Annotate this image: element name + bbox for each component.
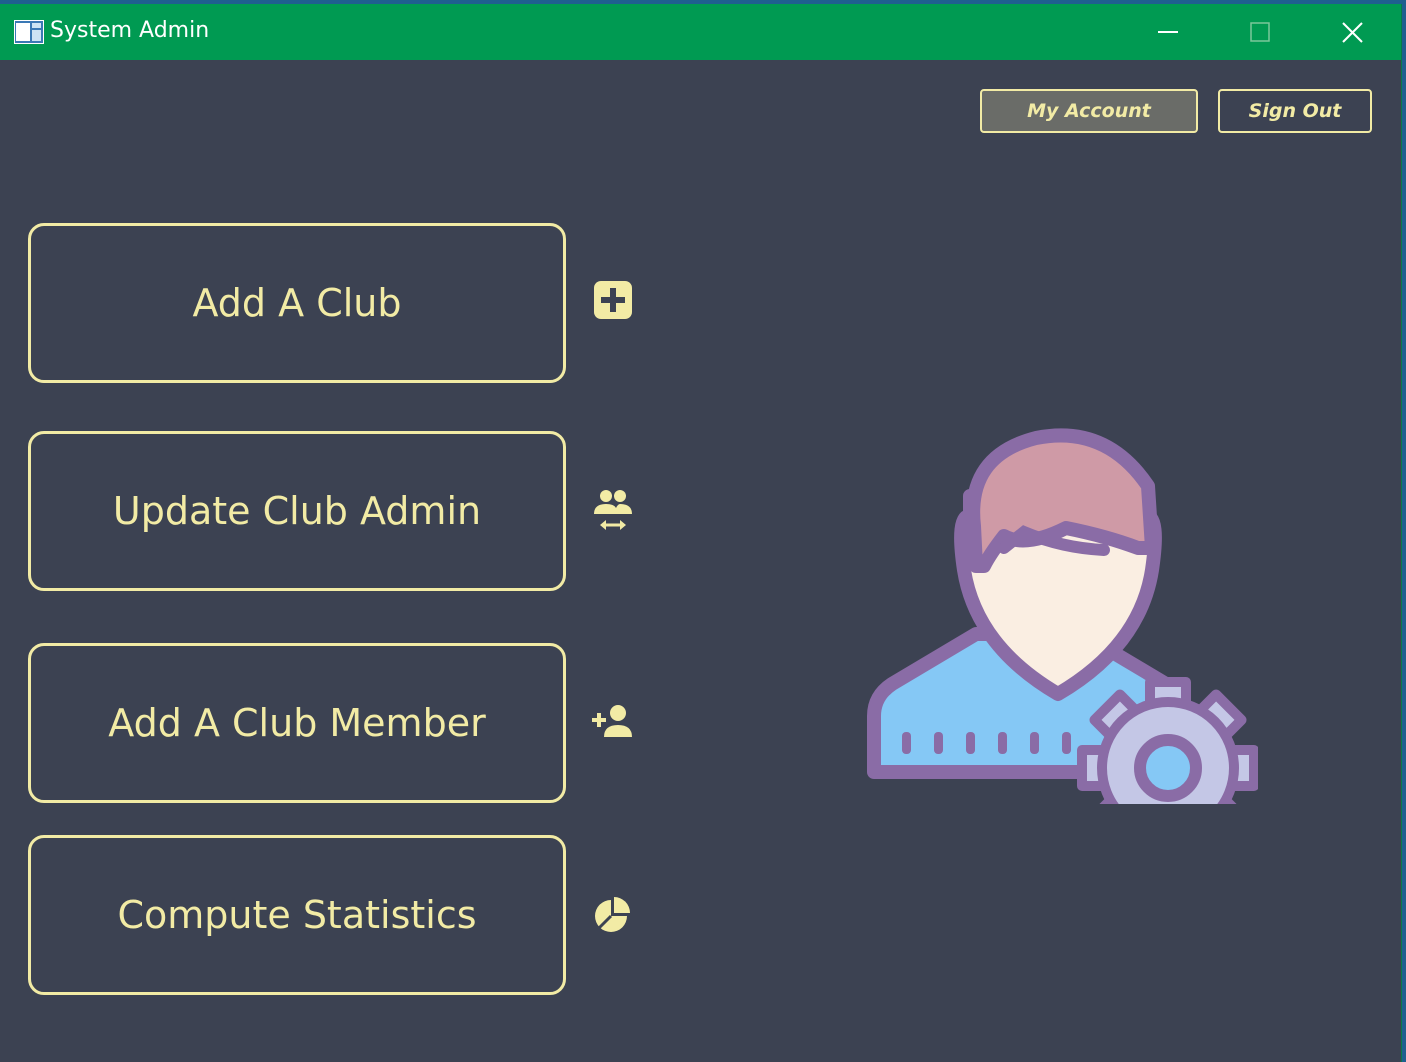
plus-square-icon bbox=[594, 281, 632, 319]
add-club-button[interactable]: Add A Club bbox=[28, 223, 566, 383]
close-button[interactable] bbox=[1306, 4, 1398, 60]
app-window-icon bbox=[14, 20, 44, 44]
maximize-icon bbox=[1250, 22, 1270, 42]
title-bar[interactable]: System Admin bbox=[0, 4, 1401, 60]
pie-chart-icon bbox=[595, 897, 630, 932]
minimize-icon bbox=[1158, 31, 1178, 33]
my-account-button[interactable]: My Account bbox=[980, 89, 1198, 133]
admin-user-settings-icon bbox=[867, 428, 1258, 804]
close-icon bbox=[1342, 22, 1363, 43]
minimize-button[interactable] bbox=[1122, 4, 1214, 60]
compute-statistics-button[interactable]: Compute Statistics bbox=[28, 835, 566, 995]
sign-out-button[interactable]: Sign Out bbox=[1218, 89, 1372, 133]
main-content: My Account Sign Out Add A Club Update Cl… bbox=[0, 60, 1401, 1062]
add-user-icon bbox=[592, 705, 632, 737]
window-title: System Admin bbox=[50, 18, 210, 43]
users-swap-icon bbox=[594, 490, 632, 530]
update-club-admin-button[interactable]: Update Club Admin bbox=[28, 431, 566, 591]
add-club-member-button[interactable]: Add A Club Member bbox=[28, 643, 566, 803]
app-window: System Admin My Account Sign Out Add A C… bbox=[0, 4, 1402, 1062]
maximize-button[interactable] bbox=[1214, 4, 1306, 60]
